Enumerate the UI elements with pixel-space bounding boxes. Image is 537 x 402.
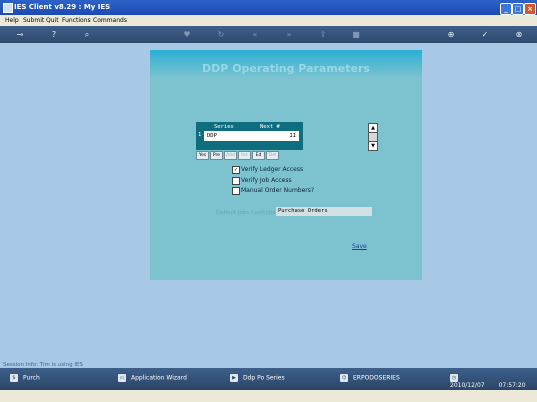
maximize-icon[interactable]: □ <box>512 3 524 15</box>
cell-next: 11 <box>289 133 296 139</box>
help-icon[interactable]: ? <box>48 29 60 40</box>
taskbar-ddp-series[interactable]: ▶ Ddp Po Series <box>230 374 285 382</box>
menu-submit[interactable]: Submit <box>23 17 44 24</box>
taskbar-wizard-label: Application Wizard <box>131 374 187 382</box>
row-number: 1 <box>198 132 202 138</box>
search-icon[interactable]: ⌕ <box>81 29 93 40</box>
rewind-icon[interactable]: « <box>249 29 261 40</box>
heart-icon[interactable]: ♥ <box>181 29 193 40</box>
taskbar-date: 2010/12/07 <box>450 382 485 389</box>
yes-button[interactable]: Yes <box>196 151 209 160</box>
window-title: IES Client v8.29 : My IES <box>14 3 111 11</box>
series-grid: Series Next # 1 DDP 11 <box>196 122 303 150</box>
taskbar-erpodoseries-label: ERPODOSERIES <box>353 374 400 382</box>
clock-icon: ◷ <box>450 374 458 382</box>
toolbar: ⊸ ? ⌕ ♥ ↻ « » ⇪ ■ ⊕ ✓ ⊗ <box>0 26 537 43</box>
verify-ledger-label: Verify Ledger Access <box>241 166 304 173</box>
add-icon[interactable]: ⊕ <box>445 29 457 40</box>
key-icon[interactable]: ⊸ <box>12 29 28 40</box>
parameters-panel: DDP Operating Parameters Series Next # 1… <box>150 50 422 280</box>
column-header-series: Series <box>214 124 234 130</box>
close-icon[interactable]: ⊗ <box>513 29 525 40</box>
taskbar-ddp-series-label: Ddp Po Series <box>243 374 285 382</box>
verify-job-label: Verify Job Access <box>241 177 292 184</box>
menu-help[interactable]: Help <box>5 17 19 24</box>
edit-button[interactable]: Ed <box>252 151 265 160</box>
manual-order-checkbox[interactable] <box>232 187 240 195</box>
taskbar-time: 07:57:20 <box>498 382 526 389</box>
panel-title: DDP Operating Parameters <box>202 62 370 75</box>
purch-icon: $ <box>10 374 18 382</box>
costtype-field[interactable]: Purchase Orders <box>276 207 372 216</box>
column-header-next: Next # <box>260 124 280 130</box>
series-icon: ▶ <box>230 374 238 382</box>
taskbar-purch[interactable]: $ Purch <box>10 374 40 382</box>
bottom-strip <box>0 390 537 402</box>
taskbar-clock: ◷2010/12/07 07:57:20 <box>450 374 537 389</box>
menu-functions[interactable]: Functions <box>62 17 91 24</box>
delete-button[interactable]: Del <box>266 151 279 160</box>
manual-order-label: Manual Order Numbers? <box>241 187 315 194</box>
stop-icon[interactable]: ■ <box>350 29 362 40</box>
taskbar-purch-label: Purch <box>23 374 40 382</box>
taskbar: $ Purch ▭ Application Wizard ▶ Ddp Po Serie… <box>0 368 537 390</box>
close-window-icon[interactable]: × <box>524 3 536 15</box>
refresh-icon[interactable]: ↻ <box>215 29 227 40</box>
verify-ledger-checkbox[interactable]: ✓ <box>232 166 240 174</box>
menu-commands[interactable]: Commands <box>93 17 127 24</box>
cell-series: DDP <box>207 133 217 139</box>
pre-button[interactable]: Pre <box>210 151 223 160</box>
window-title-bar: IES Client v8.29 : My IES _ □ × <box>0 0 537 15</box>
wizard-icon: ▭ <box>118 374 126 382</box>
export-icon[interactable]: ⇪ <box>317 29 329 40</box>
code-icon: ⌬ <box>340 374 348 382</box>
scroll-down-icon[interactable]: ▼ <box>368 141 378 151</box>
fast-forward-icon[interactable]: » <box>283 29 295 40</box>
check-icon[interactable]: ✓ <box>479 29 491 40</box>
menu-quit[interactable]: Quit <box>46 17 59 24</box>
add-button[interactable]: Add <box>224 151 237 160</box>
minimize-icon[interactable]: _ <box>500 3 512 15</box>
costtype-label: Default Jobs Costtype <box>216 210 276 216</box>
verify-job-checkbox[interactable] <box>232 177 240 185</box>
save-link[interactable]: Save <box>352 243 367 250</box>
table-row[interactable]: DDP 11 <box>204 131 299 141</box>
ins-button[interactable]: Ins <box>238 151 251 160</box>
taskbar-erpodoseries[interactable]: ⌬ ERPODOSERIES <box>340 374 400 382</box>
taskbar-wizard[interactable]: ▭ Application Wizard <box>118 374 187 382</box>
menu-bar: Help Submit Quit Functions Commands <box>0 15 537 26</box>
app-icon <box>3 3 13 13</box>
